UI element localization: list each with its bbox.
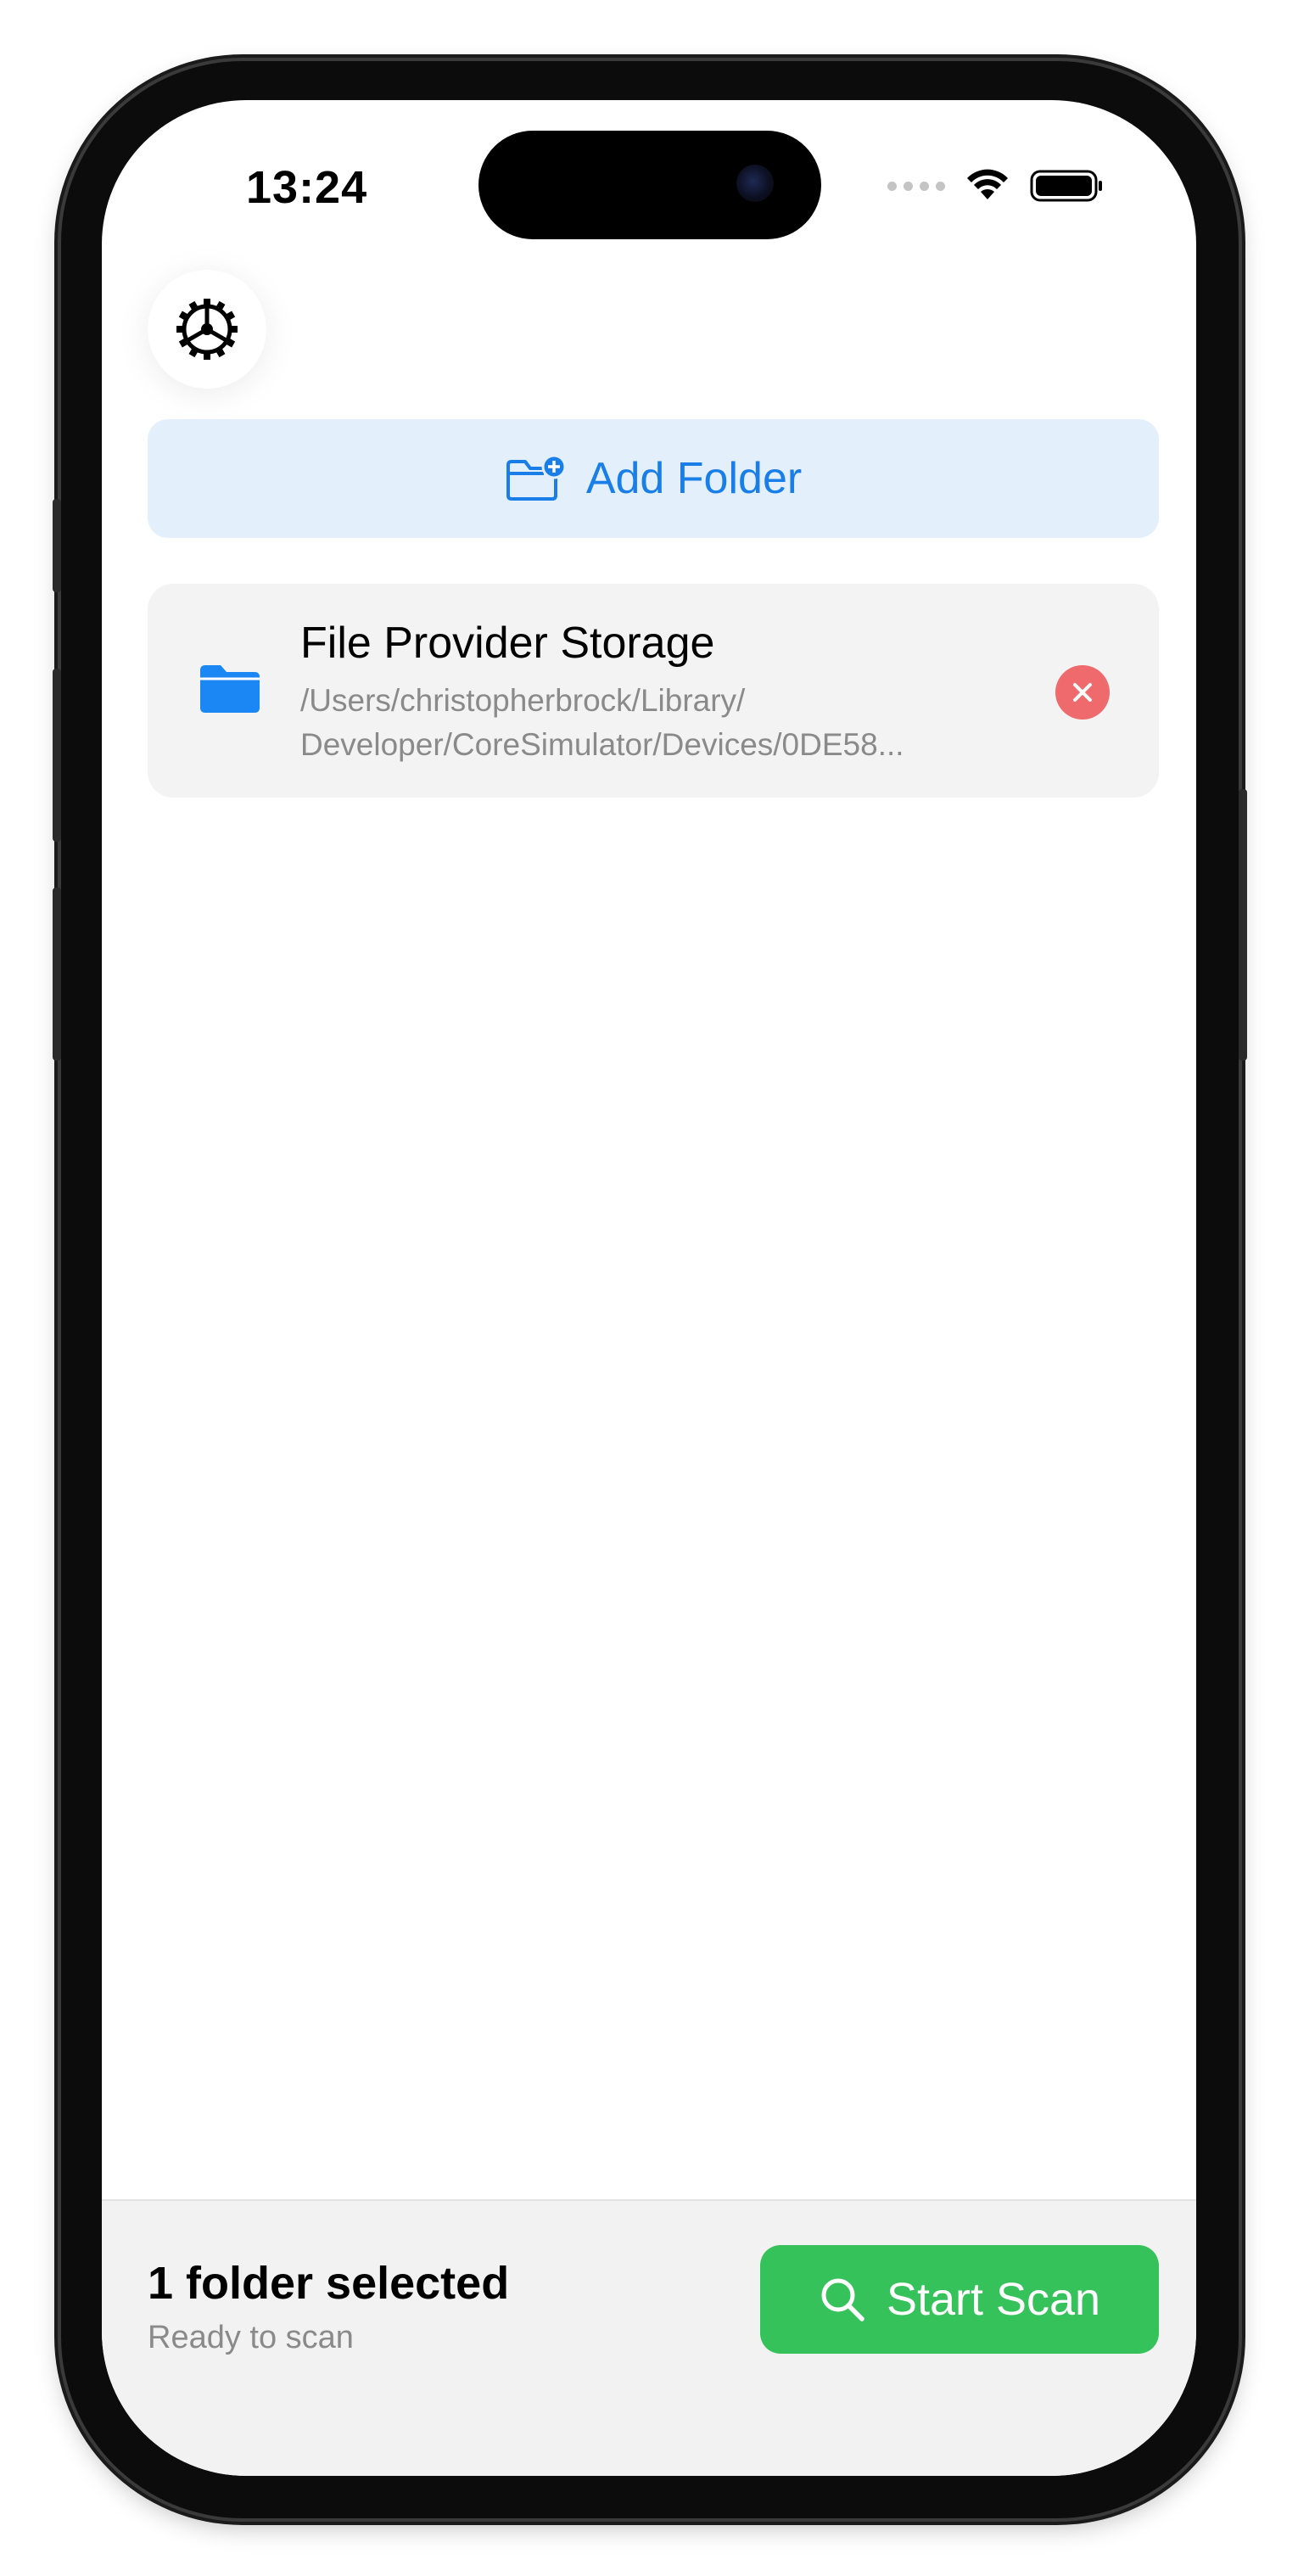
gear-icon: [176, 299, 238, 360]
cellular-signal-icon: [887, 181, 945, 191]
start-scan-label: Start Scan: [886, 2274, 1101, 2325]
folder-path: /Users/christopherbrock/Library/ Develop…: [300, 683, 904, 762]
status-time: 13:24: [246, 162, 368, 213]
battery-icon: [1030, 170, 1102, 202]
camera-icon: [736, 165, 774, 202]
close-icon: [1073, 683, 1092, 702]
search-icon: [821, 2278, 864, 2321]
folder-name: File Provider Storage: [300, 619, 715, 668]
volume-up-button: [53, 669, 61, 842]
add-folder-button[interactable]: Add Folder: [148, 419, 1159, 538]
folder-list-item[interactable]: File Provider Storage /Users/christopher…: [148, 584, 1159, 798]
dynamic-island: [478, 131, 821, 239]
settings-button[interactable]: [148, 270, 266, 389]
folder-icon: [200, 665, 260, 713]
volume-down-button: [53, 888, 61, 1061]
app-screen: 13:24 Add Folder File Provider Storage /…: [102, 100, 1196, 2476]
start-scan-button[interactable]: Start Scan: [760, 2245, 1159, 2354]
power-button: [1239, 789, 1247, 1061]
folder-plus-icon: [506, 455, 566, 501]
selected-count: 1 folder selected: [148, 2258, 510, 2309]
bottom-bar: 1 folder selected Ready to scan Start Sc…: [102, 2199, 1196, 2476]
status-icons: [887, 168, 1105, 204]
remove-folder-button[interactable]: [1055, 665, 1110, 720]
wifi-icon: [967, 169, 1008, 199]
action-button: [53, 499, 61, 592]
add-folder-label: Add Folder: [585, 454, 803, 503]
scan-status: Ready to scan: [148, 2320, 354, 2355]
